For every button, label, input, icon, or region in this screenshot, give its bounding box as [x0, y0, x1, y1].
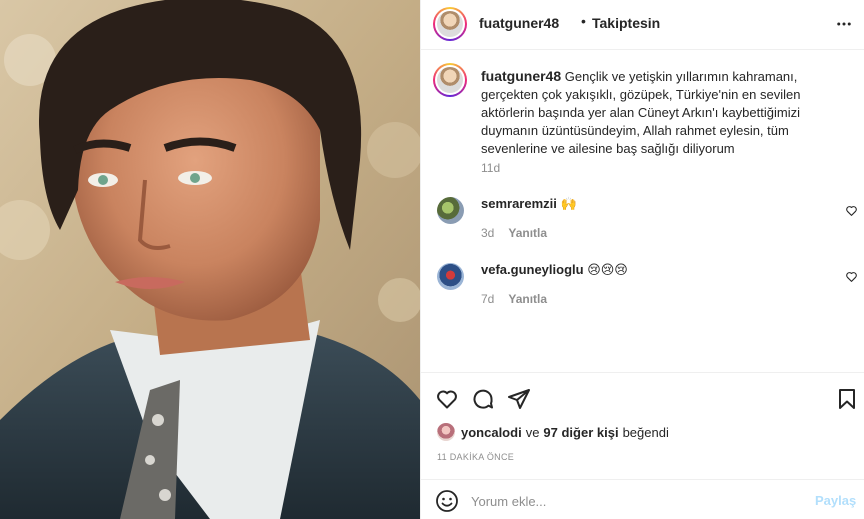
- caption-username-link[interactable]: fuatguner48: [481, 68, 561, 84]
- comment-like-heart-icon[interactable]: [845, 204, 858, 217]
- comment-meta: 7d Yanıtla: [481, 292, 547, 306]
- author-username-link[interactable]: fuatguner48: [479, 15, 559, 31]
- instagram-post: fuatguner48 • Takiptesin fuatguner48 Gen…: [0, 0, 864, 519]
- comment-timestamp[interactable]: 7d: [481, 292, 494, 306]
- commenter-username-link[interactable]: vefa.guneylioglu: [481, 262, 584, 277]
- header-separator: •: [581, 13, 586, 29]
- comment-timestamp[interactable]: 3d: [481, 226, 494, 240]
- paper-plane-icon[interactable]: [507, 387, 531, 411]
- post-details-panel: fuatguner48 • Takiptesin fuatguner48 Gen…: [420, 0, 864, 519]
- likes-suffix: beğendi: [622, 424, 669, 440]
- caption-timestamp[interactable]: 11d: [481, 161, 500, 175]
- post-timestamp[interactable]: 11 DAKİKA ÖNCE: [437, 452, 514, 462]
- liker-avatar[interactable]: [437, 423, 455, 441]
- comment-text: 🙌: [560, 196, 577, 211]
- post-header: fuatguner48 • Takiptesin: [421, 0, 864, 50]
- smiley-icon[interactable]: [435, 489, 459, 513]
- reply-button[interactable]: Yanıtla: [508, 292, 547, 306]
- liker-username-link[interactable]: yoncalodi: [461, 425, 522, 440]
- commenter-avatar[interactable]: [437, 197, 464, 224]
- comment-like-heart-icon[interactable]: [845, 270, 858, 283]
- likes-summary: yoncalodi ve 97 diğer kişi beğendi: [437, 423, 673, 441]
- likes-connector: ve: [525, 424, 540, 440]
- other-likers-link[interactable]: 97 diğer kişi: [543, 425, 618, 440]
- caption-author-avatar[interactable]: [433, 63, 467, 97]
- reply-button[interactable]: Yanıtla: [508, 226, 547, 240]
- comment-bubble-icon[interactable]: [471, 387, 495, 411]
- commenter-avatar[interactable]: [437, 263, 464, 290]
- author-avatar[interactable]: [433, 7, 467, 41]
- comment-text: 😢😢😢: [587, 262, 628, 277]
- follow-status-button[interactable]: Takiptesin: [592, 15, 660, 31]
- bookmark-icon[interactable]: [835, 387, 859, 411]
- commenter-username-link[interactable]: semraremzii: [481, 196, 557, 211]
- more-horizontal-icon[interactable]: [835, 15, 853, 33]
- comment-meta: 3d Yanıtla: [481, 226, 547, 240]
- comment-item: semraremzii 🙌: [481, 196, 577, 212]
- post-photo[interactable]: [0, 0, 420, 519]
- add-comment-bar: Paylaş: [421, 479, 864, 519]
- post-comment-button[interactable]: Paylaş: [815, 493, 856, 508]
- portrait-image: [0, 0, 420, 519]
- post-caption: fuatguner48 Gençlik ve yetişkin yıllarım…: [481, 67, 849, 158]
- comment-item: vefa.guneylioglu 😢😢😢: [481, 262, 628, 278]
- comment-input[interactable]: [471, 488, 801, 514]
- post-actions-bar: [421, 372, 864, 422]
- heart-icon[interactable]: [435, 387, 459, 411]
